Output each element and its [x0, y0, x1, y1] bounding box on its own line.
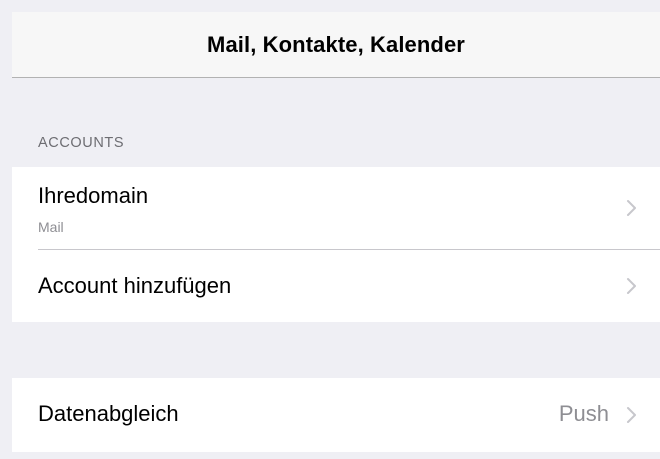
- add-account-row[interactable]: Account hinzufügen: [12, 250, 660, 322]
- fetch-data-value: Push: [558, 401, 609, 426]
- account-type: Mail: [38, 219, 64, 235]
- account-row-ihredomain[interactable]: Ihredomain Mail: [12, 167, 660, 250]
- sync-group: Datenabgleich Push: [12, 378, 660, 452]
- page-title: Mail, Kontakte, Kalender: [207, 31, 465, 57]
- fetch-data-label: Datenabgleich: [38, 401, 179, 426]
- account-name: Ihredomain: [38, 183, 149, 208]
- chevron-right-icon: [627, 200, 636, 216]
- accounts-group: Ihredomain Mail Account hinzufügen: [12, 167, 660, 322]
- settings-screen: Mail, Kontakte, Kalender ACCOUNTS Ihredo…: [0, 0, 660, 459]
- chevron-right-icon: [627, 278, 636, 294]
- section-header-accounts: ACCOUNTS: [38, 135, 125, 151]
- navigation-bar: Mail, Kontakte, Kalender: [12, 12, 660, 78]
- chevron-right-icon: [627, 407, 636, 423]
- add-account-label: Account hinzufügen: [38, 273, 232, 298]
- fetch-new-data-row[interactable]: Datenabgleich Push: [12, 378, 660, 452]
